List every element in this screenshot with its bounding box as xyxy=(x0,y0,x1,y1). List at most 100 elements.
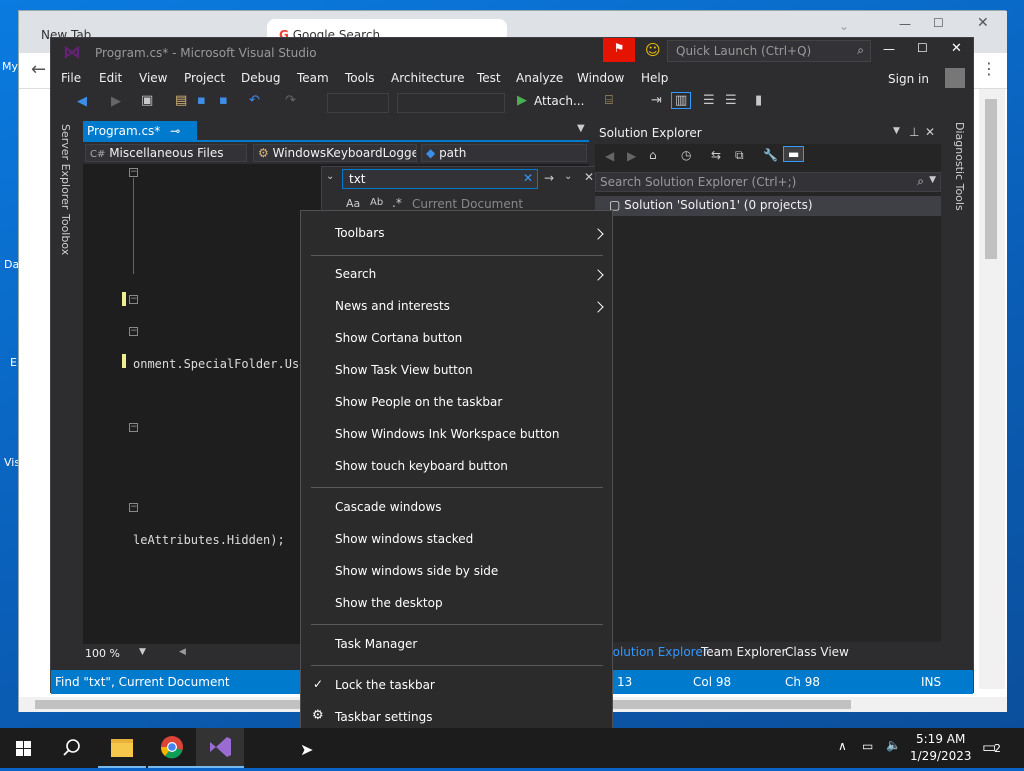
show-hidden-icons-icon[interactable]: ∧ xyxy=(838,739,847,753)
undo-icon[interactable]: ↶ xyxy=(249,93,260,108)
pin-icon[interactable]: ⊥ xyxy=(909,125,919,139)
navigate-back-icon[interactable]: ◀ xyxy=(77,94,87,109)
redo-icon[interactable]: ↷ xyxy=(285,93,296,108)
match-case-icon[interactable]: Aa xyxy=(346,197,360,210)
menu-item-show-task-view[interactable]: Show Task View button xyxy=(335,363,473,377)
regex-icon[interactable]: .* xyxy=(392,196,402,210)
desktop-icon-label[interactable]: Da xyxy=(4,258,19,271)
visual-studio-button[interactable] xyxy=(196,728,244,768)
file-explorer-button[interactable] xyxy=(98,728,146,768)
chrome-button[interactable] xyxy=(148,728,196,768)
solution-platform-dropdown[interactable] xyxy=(397,93,505,113)
menu-item-lock-taskbar[interactable]: Lock the taskbar xyxy=(335,678,435,692)
tab-solution-explorer[interactable]: Solution Explorer xyxy=(605,645,708,659)
close-icon[interactable]: ✕ xyxy=(977,15,989,31)
menu-project[interactable]: Project xyxy=(184,71,225,85)
scroll-thumb[interactable] xyxy=(985,99,997,259)
sync-icon[interactable]: ⇆ xyxy=(711,148,721,162)
clear-icon[interactable]: ✕ xyxy=(523,171,533,185)
menu-analyze[interactable]: Analyze xyxy=(516,71,563,85)
fold-toggle[interactable]: − xyxy=(129,327,138,336)
menu-debug[interactable]: Debug xyxy=(241,71,280,85)
collapse-all-icon[interactable]: ⧉ xyxy=(735,148,744,163)
save-icon[interactable]: ▪ xyxy=(197,93,206,108)
start-button[interactable] xyxy=(0,728,48,768)
navigate-forward-icon[interactable]: ▶ xyxy=(111,94,121,109)
new-project-icon[interactable]: ▣ xyxy=(141,93,153,108)
find-next-icon[interactable]: → xyxy=(544,171,554,185)
close-icon[interactable]: ✕ xyxy=(925,125,935,139)
clock-time[interactable]: 5:19 AM xyxy=(916,732,965,746)
solution-config-dropdown[interactable] xyxy=(327,93,389,113)
indent-icon[interactable]: ☰ xyxy=(725,93,737,108)
clock-date[interactable]: 1/29/2023 xyxy=(910,749,972,763)
menu-item-toolbars[interactable]: Toolbars xyxy=(335,226,384,240)
quick-launch-input[interactable]: Quick Launch (Ctrl+Q) ⌕ xyxy=(667,40,871,62)
menu-item-show-cortana[interactable]: Show Cortana button xyxy=(335,331,462,345)
fold-toggle[interactable]: − xyxy=(129,168,138,177)
diagnostic-tools-tab[interactable]: Diagnostic Tools xyxy=(953,122,966,211)
back-icon[interactable]: ◀ xyxy=(605,149,614,163)
menu-edit[interactable]: Edit xyxy=(99,71,122,85)
tab-dropdown-icon[interactable]: ▼ xyxy=(577,123,585,134)
fold-toggle[interactable]: − xyxy=(129,295,138,304)
desktop-icon-label[interactable]: My xyxy=(2,60,18,73)
sign-in-link[interactable]: Sign in xyxy=(888,72,929,86)
scroll-left-icon[interactable]: ◀ xyxy=(179,647,186,657)
fold-toggle[interactable]: − xyxy=(129,503,138,512)
menu-file[interactable]: File xyxy=(61,71,81,85)
server-explorer-tab[interactable]: Server Explorer xyxy=(59,124,72,209)
find-scope[interactable]: Current Document xyxy=(412,197,523,211)
search-button[interactable] xyxy=(48,728,96,768)
tab-class-view[interactable]: Class View xyxy=(785,645,849,659)
menu-item-windows-stacked[interactable]: Show windows stacked xyxy=(335,532,473,546)
close-icon[interactable]: ✕ xyxy=(584,170,594,184)
desktop-icon-label[interactable]: E xyxy=(10,356,17,369)
smiley-feedback-icon[interactable]: ☺ xyxy=(645,41,661,59)
member-dropdown[interactable]: ◆ path xyxy=(421,144,587,162)
fold-toggle[interactable]: − xyxy=(129,423,138,432)
solution-search-input[interactable]: Search Solution Explorer (Ctrl+;) ⌕ ▼ xyxy=(595,172,941,192)
tab-program-cs[interactable]: Program.cs* ⊸ ✕ xyxy=(83,121,197,152)
network-icon[interactable]: ▭ xyxy=(862,739,873,753)
outdent-icon[interactable]: ☰ xyxy=(703,93,715,108)
menu-team[interactable]: Team xyxy=(297,71,329,85)
forward-icon[interactable]: ▶ xyxy=(627,149,636,163)
back-icon[interactable]: ← xyxy=(31,59,46,80)
menu-item-cascade-windows[interactable]: Cascade windows xyxy=(335,500,442,514)
menu-item-search[interactable]: Search xyxy=(335,267,376,281)
menu-architecture[interactable]: Architecture xyxy=(391,71,464,85)
toolbox-tab[interactable]: Toolbox xyxy=(59,214,72,255)
toggle-panel-icon[interactable]: ▥ xyxy=(671,92,692,109)
menu-icon[interactable]: ⋮ xyxy=(981,59,997,78)
search-options-icon[interactable]: ▼ xyxy=(929,175,936,185)
close-icon[interactable]: ✕ xyxy=(951,41,962,56)
panel-options-icon[interactable]: ▼ xyxy=(893,126,900,136)
maximize-icon[interactable]: ☐ xyxy=(933,16,944,30)
open-file-icon[interactable]: ▤ xyxy=(175,93,187,108)
avatar[interactable] xyxy=(945,68,965,88)
bookmark-icon[interactable]: ▮ xyxy=(755,93,762,108)
project-dropdown[interactable]: C# Miscellaneous Files xyxy=(85,144,247,162)
minimize-icon[interactable]: — xyxy=(899,17,911,31)
preview-icon[interactable]: ▬ xyxy=(783,146,805,162)
menu-help[interactable]: Help xyxy=(641,71,668,85)
menu-item-side-by-side[interactable]: Show windows side by side xyxy=(335,564,498,578)
feedback-flag-icon[interactable]: ⚑ xyxy=(603,38,635,62)
expand-replace-icon[interactable]: ⌄ xyxy=(326,171,334,182)
solution-node[interactable]: ▢ Solution 'Solution1' (0 projects) xyxy=(595,196,941,216)
type-dropdown[interactable]: ⚙ WindowsKeyboardLogge xyxy=(253,144,417,162)
whole-word-icon[interactable]: Ab xyxy=(370,197,383,208)
attach-button[interactable]: Attach... xyxy=(534,94,584,108)
find-options-icon[interactable]: ⌄ xyxy=(564,171,572,182)
properties-icon[interactable]: 🔧 xyxy=(763,148,778,162)
menu-view[interactable]: View xyxy=(139,71,167,85)
menu-item-show-desktop[interactable]: Show the desktop xyxy=(335,596,443,610)
menu-item-taskbar-settings[interactable]: Taskbar settings xyxy=(335,710,432,724)
menu-item-task-manager[interactable]: Task Manager xyxy=(335,637,417,651)
volume-icon[interactable]: 🔈 xyxy=(886,738,901,752)
zoom-dropdown-icon[interactable]: ▼ xyxy=(139,647,146,657)
menu-item-show-touch-keyboard[interactable]: Show touch keyboard button xyxy=(335,459,508,473)
menu-window[interactable]: Window xyxy=(577,71,624,85)
menu-test[interactable]: Test xyxy=(477,71,501,85)
